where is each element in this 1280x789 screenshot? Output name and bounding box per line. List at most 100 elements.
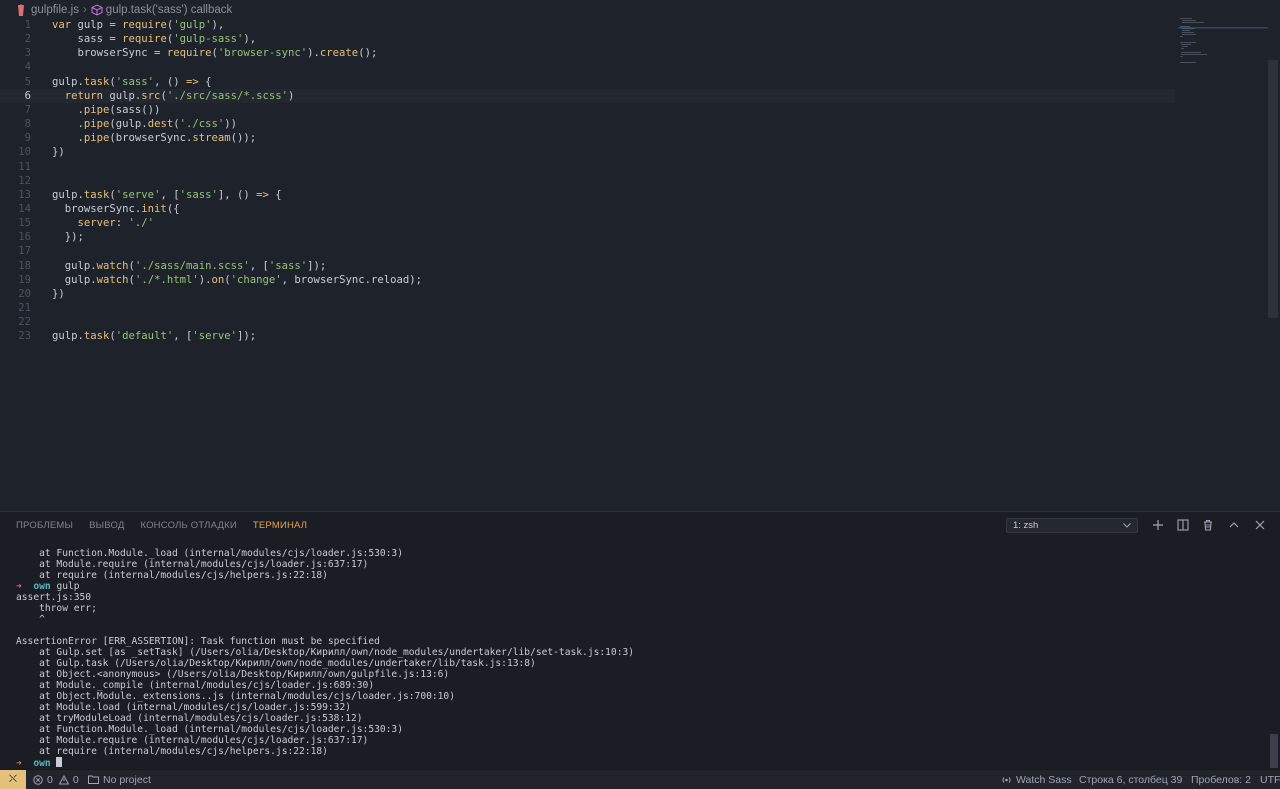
code-line[interactable]: 4 (0, 60, 1175, 74)
close-icon[interactable] (1254, 519, 1266, 531)
terminal-text: ^ (16, 614, 45, 625)
split-terminal-icon[interactable] (1177, 519, 1189, 531)
trash-icon[interactable] (1202, 519, 1214, 531)
code-line[interactable]: 9 .pipe(browserSync.stream()); (0, 131, 1175, 145)
watch-sass-label: Watch Sass (1016, 773, 1072, 786)
editor-scrollbar[interactable] (1268, 60, 1278, 318)
code-token: (); (358, 47, 378, 60)
cursor-position[interactable]: Строка 6, столбец 39 (1079, 770, 1182, 789)
code-line[interactable]: 12 (0, 174, 1175, 188)
terminal-text: at require (internal/modules/cjs/helpers… (16, 570, 328, 581)
code-token: gulp. (52, 330, 84, 343)
code-line[interactable]: 15 server: './' (0, 216, 1175, 230)
code-line[interactable]: 13 gulp.task('serve', ['sass'], () => { (0, 188, 1175, 202)
code-text: .pipe(sass()) (52, 103, 161, 117)
code-token: browserSync = (52, 47, 167, 60)
terminal-text: at Module.require (internal/modules/cjs/… (16, 735, 369, 746)
breadcrumb: gulpfile.js › gulp.task('sass') callback (0, 0, 1280, 20)
chevron-up-icon[interactable] (1228, 519, 1240, 531)
code-line[interactable]: 3 browserSync = require('browser-sync').… (0, 46, 1175, 60)
terminal-line: at Module._compile (internal/modules/cjs… (16, 680, 1256, 691)
panel-tab[interactable]: ТЕРМИНАЛ (253, 520, 307, 531)
code-line[interactable]: 10}) (0, 145, 1175, 159)
code-token: watch (96, 259, 129, 272)
code-line[interactable]: 18 gulp.watch('./sass/main.scss', ['sass… (0, 259, 1175, 273)
code-token: './sass/main.scss' (134, 259, 250, 272)
terminal-text: at Gulp.set [as _setTask] (/Users/olia/D… (16, 647, 635, 658)
status-bar: ⛌ 0 0 No project Watch Sass Строка 6, ст… (0, 769, 1280, 789)
terminal-line: at Module.require (internal/modules/cjs/… (16, 559, 1256, 570)
code-token: 'browser-sync' (217, 47, 308, 60)
code-token: './css' (179, 118, 225, 131)
problems-indicator[interactable]: 0 0 (33, 770, 79, 789)
code-token: create (319, 47, 359, 60)
code-token: ]); (307, 259, 327, 272)
project-indicator[interactable]: No project (88, 770, 151, 789)
code-line[interactable]: 7 .pipe(sass()) (0, 103, 1175, 117)
encoding-label: UTF (1260, 773, 1280, 786)
code-line[interactable]: 21 (0, 301, 1175, 315)
terminal-line: at Function.Module._load (internal/modul… (16, 548, 1256, 559)
line-number: 19 (18, 273, 31, 286)
code-line[interactable]: 5 gulp.task('sass', () => { (0, 75, 1175, 89)
encoding[interactable]: UTF (1260, 770, 1280, 789)
line-number: 2 (24, 33, 31, 46)
code-line[interactable]: 8 .pipe(gulp.dest('./css')) (0, 117, 1175, 131)
code-token: )) (224, 118, 238, 131)
code-line[interactable]: 23 gulp.task('default', ['serve']); (0, 329, 1175, 343)
breadcrumb-symbol[interactable]: gulp.task('sass') callback (106, 4, 232, 16)
code-token: { (198, 75, 212, 88)
code-line[interactable]: 11 (0, 160, 1175, 174)
terminal-line: at Gulp.task (/Users/olia/Desktop/Кирилл… (16, 658, 1256, 669)
code-line[interactable]: 1 var gulp = require('gulp'), (0, 18, 1175, 32)
code-token: './src/sass/*.scss' (166, 89, 289, 102)
remote-button[interactable]: ⛌ (0, 770, 26, 789)
code-line[interactable]: 6 return gulp.src('./src/sass/*.scss') (0, 88, 1175, 103)
code-token: require (122, 33, 167, 46)
prompt-arrow-icon: ➜ (16, 758, 22, 769)
terminal-text: gulp (50, 581, 80, 592)
panel-tab[interactable]: КОНСОЛЬ ОТЛАДКИ (140, 520, 236, 531)
breadcrumb-file[interactable]: gulpfile.js (31, 4, 79, 16)
watch-sass-button[interactable]: Watch Sass (1001, 770, 1072, 789)
line-number: 3 (24, 47, 31, 60)
chevron-right-icon: › (82, 4, 87, 16)
code-line[interactable]: 2 sass = require('gulp-sass'), (0, 32, 1175, 46)
terminal-text: at Module.require (internal/modules/cjs/… (16, 559, 369, 570)
project-label: No project (103, 773, 151, 786)
code-text: browserSync = require('browser-sync').cr… (52, 46, 378, 60)
terminal-scrollbar[interactable] (1270, 734, 1278, 768)
code-token: require (122, 19, 167, 31)
indentation[interactable]: Пробелов: 2 (1191, 770, 1251, 789)
code-token: , [ (160, 188, 180, 201)
panel-tab[interactable]: ПРОБЛЕМЫ (16, 520, 73, 531)
code-line[interactable]: 14 browserSync.init({ (0, 202, 1175, 216)
panel-tab[interactable]: ВЫВОД (89, 520, 124, 531)
code-token: ) (288, 89, 295, 102)
code-line[interactable]: 20}) (0, 287, 1175, 301)
terminal-line: at require (internal/modules/cjs/helpers… (16, 746, 1256, 757)
code-token: pipe (83, 118, 110, 131)
minimap[interactable] (1178, 18, 1268, 78)
code-line[interactable]: 19 gulp.watch('./*.html').on('change', b… (0, 273, 1175, 287)
code-line[interactable]: 22 (0, 315, 1175, 329)
code-line[interactable]: 17 (0, 244, 1175, 258)
code-text: }); (52, 230, 84, 244)
code-text: }) (52, 145, 65, 159)
line-number: 4 (24, 61, 31, 74)
code-line[interactable]: 16 }); (0, 230, 1175, 244)
terminal-text: at Gulp.task (/Users/olia/Desktop/Кирилл… (16, 658, 536, 669)
plus-icon[interactable] (1152, 519, 1164, 531)
line-number: 12 (18, 174, 31, 187)
indentation-label: Пробелов: 2 (1191, 773, 1251, 786)
terminal-line: ^ (16, 614, 1256, 625)
terminal-line: at tryModuleLoad (internal/modules/cjs/l… (16, 713, 1256, 724)
line-number: 11 (18, 160, 31, 173)
code-token: => (185, 75, 199, 88)
terminal-line: at require (internal/modules/cjs/helpers… (16, 570, 1256, 581)
line-number: 7 (24, 103, 31, 116)
terminal-text: at Function.Module._load (internal/modul… (16, 548, 403, 559)
terminal[interactable]: at Function.Module._load (internal/modul… (16, 548, 1256, 770)
code-editor[interactable]: 1 var gulp = require('gulp'), 2 sass = req… (0, 18, 1270, 508)
terminal-select[interactable]: 1: zsh (1006, 518, 1138, 533)
